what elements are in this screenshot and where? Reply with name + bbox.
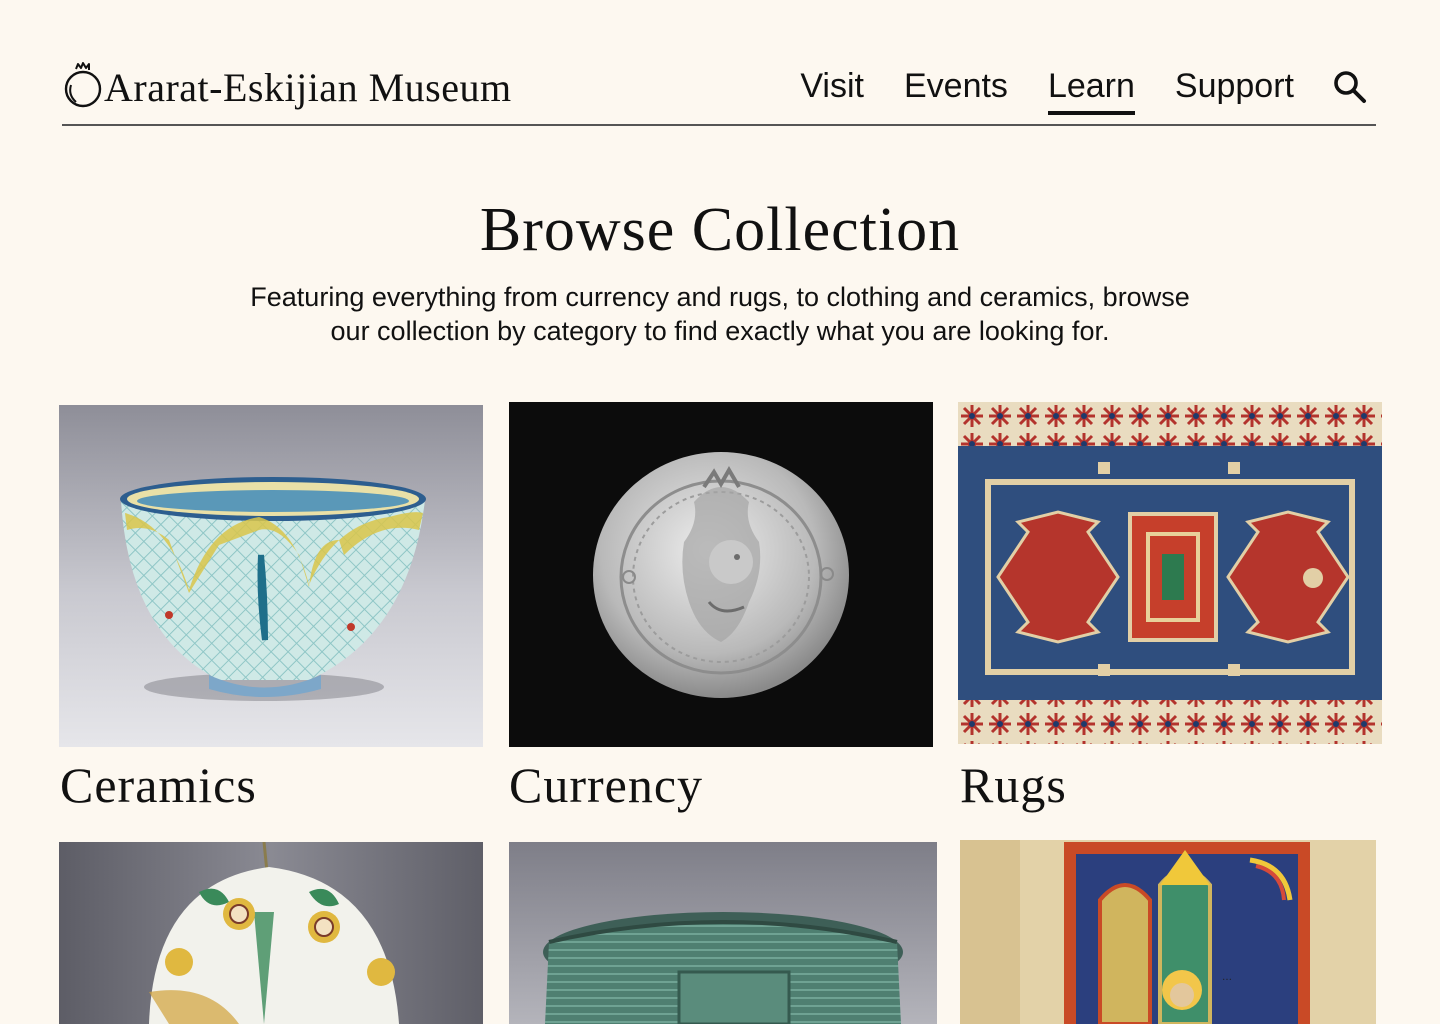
illuminated-manuscript-image[interactable]: … [960, 840, 1376, 1024]
category-label-currency[interactable]: Currency [509, 760, 703, 810]
bronze-belt-image[interactable] [509, 842, 937, 1024]
category-label-rugs[interactable]: Rugs [960, 760, 1067, 810]
ceramic-egg-ornament-image[interactable] [59, 842, 483, 1024]
intro-line-1: Featuring everything from currency and r… [250, 282, 1190, 312]
silver-coin-image[interactable] [509, 402, 933, 747]
search-button[interactable] [1332, 69, 1368, 105]
nav-visit[interactable]: Visit [800, 69, 864, 105]
nav-events[interactable]: Events [904, 69, 1008, 105]
nav-support[interactable]: Support [1175, 69, 1294, 105]
svg-text:…: … [1222, 972, 1232, 983]
site-header: Ararat-Eskijian Museum Visit Events Lear… [62, 58, 1376, 126]
main-nav: Visit Events Learn Support [760, 58, 1368, 116]
pomegranate-icon [64, 62, 102, 108]
intro-line-2: our collection by category to find exact… [330, 316, 1110, 346]
page-title: Browse Collection [479, 196, 961, 264]
nav-learn[interactable]: Learn [1047, 69, 1135, 115]
search-icon [1334, 71, 1366, 103]
category-label-ceramics[interactable]: Ceramics [60, 760, 257, 810]
intro-text: Featuring everything from currency and r… [190, 280, 1250, 348]
brand-name: Ararat-Eskijian Museum [104, 65, 512, 110]
glazed-ceramic-bowl-image[interactable] [59, 405, 483, 747]
brand-link[interactable]: Ararat-Eskijian Museum [62, 58, 512, 112]
red-blue-rug-image[interactable] [958, 402, 1382, 744]
